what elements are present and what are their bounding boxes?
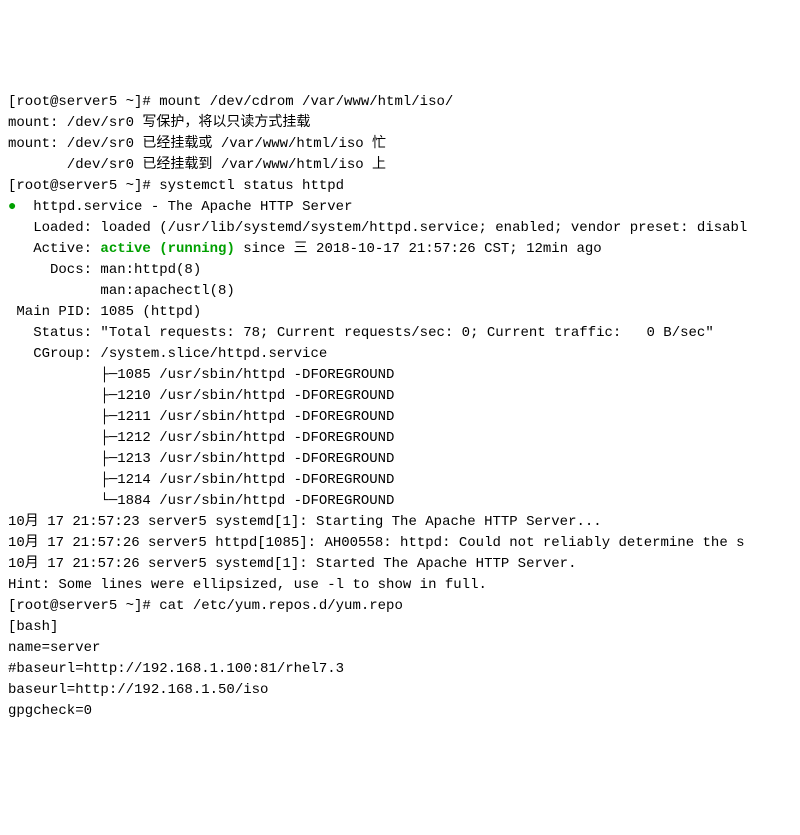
terminal-line: man:apachectl(8): [8, 281, 792, 302]
terminal-line: mount: /dev/sr0 写保护，将以只读方式挂载: [8, 113, 792, 134]
terminal-line: [root@server5 ~]# mount /dev/cdrom /var/…: [8, 92, 792, 113]
terminal-line: baseurl=http://192.168.1.50/iso: [8, 680, 792, 701]
terminal-line: ● httpd.service - The Apache HTTP Server: [8, 197, 792, 218]
terminal-line: Status: "Total requests: 78; Current req…: [8, 323, 792, 344]
terminal-line: ├─1212 /usr/sbin/httpd -DFOREGROUND: [8, 428, 792, 449]
terminal-line: ├─1210 /usr/sbin/httpd -DFOREGROUND: [8, 386, 792, 407]
terminal-line: mount: /dev/sr0 已经挂载或 /var/www/html/iso …: [8, 134, 792, 155]
terminal-line: ├─1085 /usr/sbin/httpd -DFOREGROUND: [8, 365, 792, 386]
terminal-line: 10月 17 21:57:26 server5 httpd[1085]: AH0…: [8, 533, 792, 554]
terminal-line: ├─1211 /usr/sbin/httpd -DFOREGROUND: [8, 407, 792, 428]
terminal-line: ├─1214 /usr/sbin/httpd -DFOREGROUND: [8, 470, 792, 491]
terminal-line: 10月 17 21:57:26 server5 systemd[1]: Star…: [8, 554, 792, 575]
terminal-line: └─1884 /usr/sbin/httpd -DFOREGROUND: [8, 491, 792, 512]
terminal-line: Active: active (running) since 三 2018-10…: [8, 239, 792, 260]
terminal-line: Docs: man:httpd(8): [8, 260, 792, 281]
terminal-line: Hint: Some lines were ellipsized, use -l…: [8, 575, 792, 596]
terminal-line: [root@server5 ~]# cat /etc/yum.repos.d/y…: [8, 596, 792, 617]
terminal-line: 10月 17 21:57:23 server5 systemd[1]: Star…: [8, 512, 792, 533]
terminal-line: /dev/sr0 已经挂载到 /var/www/html/iso 上: [8, 155, 792, 176]
terminal-line: gpgcheck=0: [8, 701, 792, 722]
terminal-line: name=server: [8, 638, 792, 659]
terminal-output: [root@server5 ~]# mount /dev/cdrom /var/…: [8, 92, 792, 722]
terminal-line: [root@server5 ~]# systemctl status httpd: [8, 176, 792, 197]
terminal-line: CGroup: /system.slice/httpd.service: [8, 344, 792, 365]
terminal-line: #baseurl=http://192.168.1.100:81/rhel7.3: [8, 659, 792, 680]
terminal-line: Main PID: 1085 (httpd): [8, 302, 792, 323]
terminal-line: Loaded: loaded (/usr/lib/systemd/system/…: [8, 218, 792, 239]
terminal-line: ├─1213 /usr/sbin/httpd -DFOREGROUND: [8, 449, 792, 470]
terminal-line: [bash]: [8, 617, 792, 638]
